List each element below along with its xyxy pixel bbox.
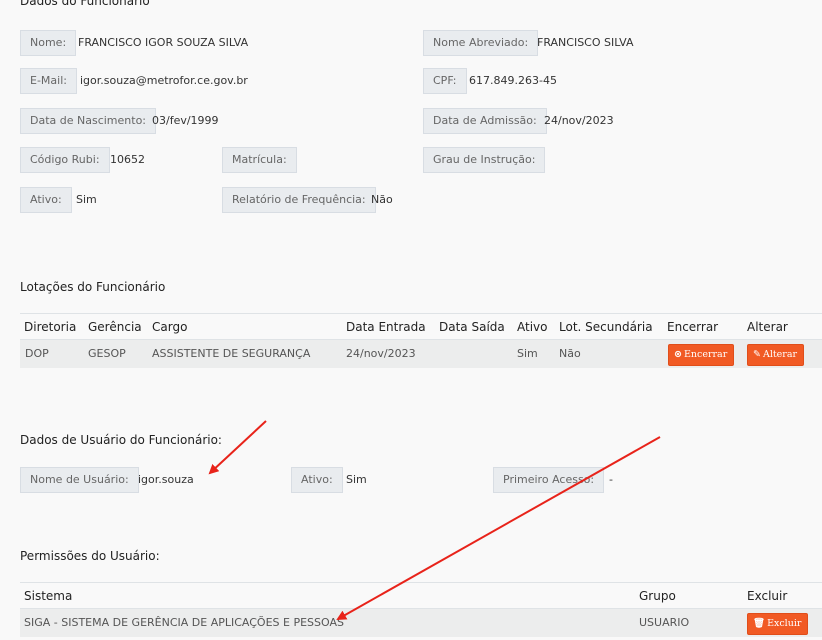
value-codigo-rubi: 10652 (110, 153, 145, 166)
section-title-permissoes: Permissões do Usuário: (20, 549, 160, 563)
column-header-gerencia: Gerência (88, 320, 142, 334)
column-header-sistema: Sistema (24, 589, 73, 603)
annotation-arrow-usuario (208, 420, 267, 475)
section-title-dados-funcionario: Dados do Funcionário (20, 0, 150, 8)
permissoes-table-header: Sistema Grupo Excluir (20, 582, 822, 609)
section-title-lotacoes: Lotações do Funcionário (20, 280, 166, 294)
alterar-button[interactable]: ✎ Alterar (747, 344, 805, 366)
column-header-ativo: Ativo (517, 320, 548, 334)
cell-data-entrada: 24/nov/2023 (346, 347, 416, 360)
cell-ativo: Sim (517, 347, 538, 360)
column-header-alterar: Alterar (747, 320, 788, 334)
alterar-button-label: Alterar (762, 349, 798, 360)
value-nome-usuario: igor.souza (138, 473, 194, 486)
value-nome-abreviado: FRANCISCO SILVA (537, 36, 634, 49)
encerrar-button[interactable]: ⊗ Encerrar (668, 344, 735, 366)
column-header-grupo: Grupo (639, 589, 676, 603)
trash-icon: 🗑 (753, 618, 766, 629)
column-header-excluir: Excluir (747, 589, 788, 603)
label-usuario-ativo: Ativo: (291, 467, 343, 493)
value-ativo: Sim (76, 193, 97, 206)
value-primeiro-acesso: - (609, 473, 613, 486)
value-data-admissao: 24/nov/2023 (544, 114, 614, 127)
label-primeiro-acesso: Primeiro Acesso: (493, 467, 605, 493)
value-email: igor.souza@metrofor.ce.gov.br (80, 74, 248, 87)
value-relatorio-frequencia: Não (371, 193, 393, 206)
cell-cargo: ASSISTENTE DE SEGURANÇA (152, 347, 311, 360)
column-header-diretoria: Diretoria (24, 320, 77, 334)
column-header-cargo: Cargo (152, 320, 188, 334)
label-nome-usuario: Nome de Usuário: (20, 467, 139, 493)
value-usuario-ativo: Sim (346, 473, 367, 486)
label-email: E-Mail: (20, 68, 77, 94)
label-grau-instrucao: Grau de Instrução: (423, 147, 546, 173)
label-matricula: Matrícula: (222, 147, 297, 173)
value-cpf: 617.849.263-45 (469, 74, 557, 87)
label-ativo: Ativo: (20, 187, 72, 213)
column-header-encerrar: Encerrar (667, 320, 719, 334)
excluir-button-label: Excluir (767, 618, 802, 629)
cell-grupo: USUARIO (639, 616, 690, 629)
value-data-nascimento: 03/fev/1999 (152, 114, 219, 127)
pencil-icon: ✎ (753, 349, 761, 360)
label-cpf: CPF: (423, 68, 467, 94)
value-nome: FRANCISCO IGOR SOUZA SILVA (78, 36, 249, 49)
cell-diretoria: DOP (25, 347, 49, 360)
encerrar-button-label: Encerrar (683, 349, 728, 360)
label-relatorio-frequencia: Relatório de Frequência: (222, 187, 376, 213)
cell-gerencia: GESOP (88, 347, 126, 360)
label-nome-abreviado: Nome Abreviado: (423, 30, 539, 56)
excluir-button[interactable]: 🗑 Excluir (747, 613, 809, 635)
lotacoes-table-header: Diretoria Gerência Cargo Data Entrada Da… (20, 313, 822, 340)
cell-lot-secundaria: Não (559, 347, 581, 360)
cell-sistema: SIGA - SISTEMA DE GERÊNCIA DE APLICAÇÕES… (24, 616, 344, 629)
column-header-data-saida: Data Saída (439, 320, 505, 334)
label-data-nascimento: Data de Nascimento: (20, 108, 157, 134)
circle-x-icon: ⊗ (674, 349, 682, 360)
label-nome: Nome: (20, 30, 77, 56)
table-row: SIGA - SISTEMA DE GERÊNCIA DE APLICAÇÕES… (20, 608, 822, 637)
label-codigo-rubi: Código Rubi: (20, 147, 110, 173)
column-header-lot-secundaria: Lot. Secundária (559, 320, 653, 334)
section-title-dados-usuario: Dados de Usuário do Funcionário: (20, 433, 222, 447)
table-row: DOP GESOP ASSISTENTE DE SEGURANÇA 24/nov… (20, 339, 822, 368)
label-data-admissao: Data de Admissão: (423, 108, 547, 134)
column-header-data-entrada: Data Entrada (346, 320, 426, 334)
